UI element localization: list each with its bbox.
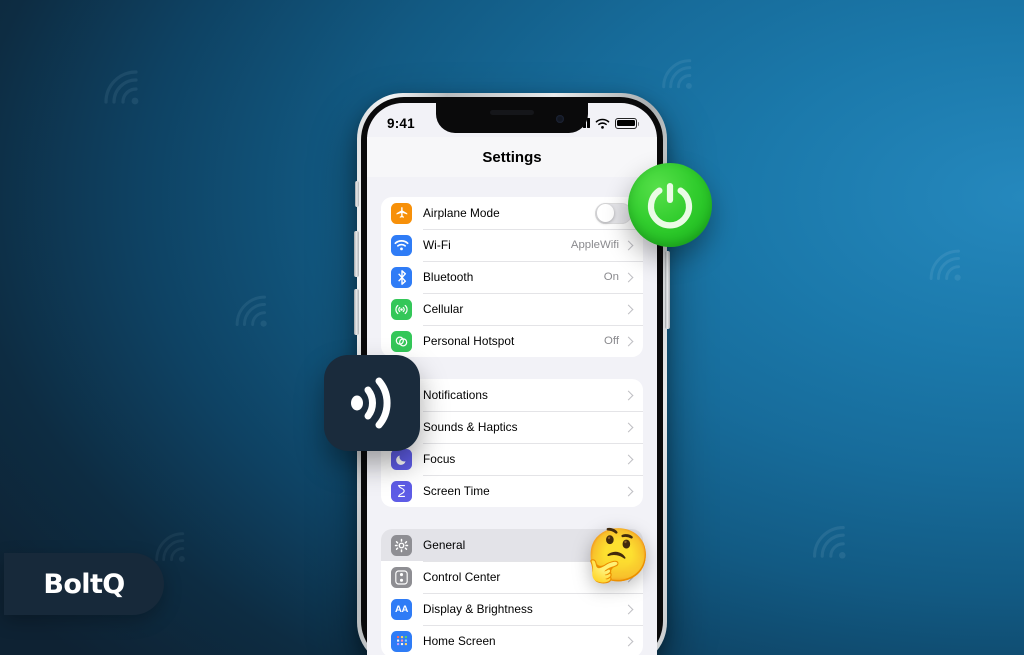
settings-row-label: Bluetooth [423,270,474,284]
chevron-right-icon [623,422,634,432]
settings-row-label: Wi-Fi [423,238,451,252]
hotspot-link-icon [391,330,412,352]
settings-row-display-brightness[interactable]: AA Display & Brightness [381,593,643,625]
settings-row-detail: Off [604,335,619,347]
status-bar-time: 9:41 [387,115,415,131]
power-button-badge[interactable] [628,163,712,247]
settings-row-screen-time[interactable]: Screen Time [381,475,643,507]
settings-row-personal-hotspot[interactable]: Personal Hotspot Off [381,325,643,357]
side-power-button[interactable] [665,251,670,329]
settings-group-connectivity: Airplane Mode Wi-Fi AppleWifi Bluetooth … [381,197,643,357]
settings-row-label: Airplane Mode [423,206,500,220]
settings-row-airplane-mode[interactable]: Airplane Mode [381,197,643,229]
chevron-right-icon [623,304,634,314]
settings-row-label: Personal Hotspot [423,334,515,348]
silent-switch-button[interactable] [355,181,359,207]
wifi-signal-icon [351,377,391,429]
battery-full-icon [615,117,640,129]
volume-down-button[interactable] [354,289,359,335]
chevron-right-icon [623,486,634,496]
wifi-icon [391,234,412,256]
wifi-signal-badge [324,355,420,451]
bluetooth-icon [391,266,412,288]
settings-row-detail: AppleWifi [570,239,619,251]
wifi-watermark-icon [805,518,849,562]
wifi-icon [595,118,610,129]
boltq-logo[interactable]: BoltQ [4,553,164,615]
settings-row-cellular[interactable]: Cellular [381,293,643,325]
wifi-watermark-icon [148,525,188,565]
page-title: Settings [482,148,542,166]
chevron-right-icon [623,636,634,646]
chevron-right-icon [623,454,634,464]
earpiece-speaker [490,110,534,115]
settings-row-label: Focus [423,452,456,466]
settings-navbar: Settings [367,137,657,177]
chevron-right-icon [623,272,634,282]
chevron-right-icon [623,336,634,346]
canvas: 9:41 Settings Airplane Mode Wi-Fi AppleW… [0,0,1024,655]
wifi-watermark-icon [655,52,695,92]
wifi-watermark-icon [228,288,270,330]
settings-row-notifications[interactable]: Notifications [381,379,643,411]
wifi-watermark-icon [96,62,142,108]
airplane-mode-toggle[interactable] [595,202,632,224]
cellular-antenna-icon [391,298,412,320]
display-brightness-icon: AA [391,598,412,620]
phone-notch [436,103,588,133]
focus-moon-icon [391,448,412,470]
settings-row-bluetooth[interactable]: Bluetooth On [381,261,643,293]
gear-icon [391,534,412,556]
settings-row-sounds-haptics[interactable]: Sounds & Haptics [381,411,643,443]
home-screen-grid-icon [391,630,412,652]
settings-group-alerts: Notifications Sounds & Haptics Focus Scr… [381,379,643,507]
front-camera-icon [556,115,564,123]
screen-time-hourglass-icon [391,480,412,502]
settings-row-label: Notifications [423,388,488,402]
chevron-right-icon [623,390,634,400]
settings-row-label: Sounds & Haptics [423,420,518,434]
settings-row-home-screen[interactable]: Home Screen [381,625,643,655]
settings-row-label: Screen Time [423,484,490,498]
chevron-right-icon [623,604,634,614]
thinking-face-emoji: 🤔 [586,527,651,585]
settings-row-wifi[interactable]: Wi-Fi AppleWifi [381,229,643,261]
settings-row-detail: On [603,271,619,283]
toggle-knob [596,204,615,222]
wifi-watermark-icon [922,242,964,284]
volume-up-button[interactable] [354,231,359,277]
airplane-icon [391,202,412,224]
boltq-logo-text: BoltQ [43,568,125,600]
control-center-icon [391,566,412,588]
settings-row-label: Display & Brightness [423,602,533,616]
settings-row-focus[interactable]: Focus [381,443,643,475]
settings-row-label: Cellular [423,302,464,316]
power-button-icon [647,183,693,229]
settings-row-label: Home Screen [423,634,496,648]
chevron-right-icon [623,240,634,250]
